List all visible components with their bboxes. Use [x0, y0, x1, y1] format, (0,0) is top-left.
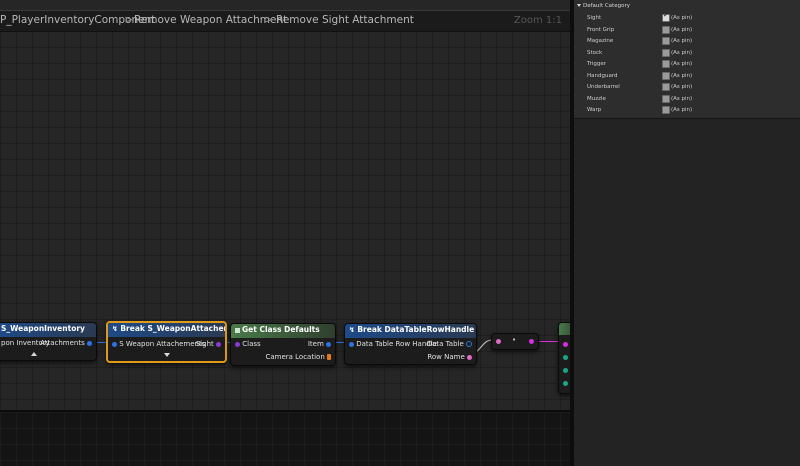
graph-lower-area[interactable] — [0, 412, 570, 466]
property-checkbox[interactable] — [662, 83, 670, 91]
pin-attachments[interactable]: Attachments — [40, 339, 92, 347]
string-pin-icon[interactable] — [563, 341, 568, 347]
property-name: Front Grip — [587, 27, 615, 33]
breadcrumb: P_PlayerInventoryComponent > Remove Weap… — [0, 10, 570, 32]
struct-pin-icon[interactable] — [112, 341, 117, 347]
details-panel: Default Category Sight ✓ (As pin) Front … — [574, 0, 800, 466]
pin-s-weapon-attachements[interactable]: S Weapon Attachements — [112, 340, 205, 348]
object-pin-icon[interactable] — [466, 341, 472, 347]
checkmark-icon: ✓ — [663, 11, 669, 19]
property-value: (As pin) — [671, 27, 693, 33]
struct-pin-icon[interactable] — [349, 341, 354, 347]
property-value: (As pin) — [671, 38, 693, 44]
node-break-weapon-attachments[interactable]: ↯ Break S_WeaponAttachements S Weapon At… — [106, 321, 227, 363]
property-value: (As pin) — [671, 107, 693, 113]
conversion-dot: • — [512, 336, 517, 344]
property-row-trigger: Trigger (As pin) — [574, 59, 800, 70]
property-value: (As pin) — [671, 84, 693, 90]
struct-pin-icon[interactable] — [87, 340, 92, 346]
name-pin-icon[interactable] — [467, 354, 472, 360]
class-pin-icon[interactable] — [235, 341, 240, 347]
property-checkbox[interactable] — [662, 37, 670, 45]
property-value: (As pin) — [671, 73, 693, 79]
breadcrumb-separator: > — [124, 13, 134, 26]
property-value: (As pin) — [671, 15, 693, 21]
pin-class[interactable]: Class — [235, 340, 261, 348]
property-row-sight: Sight ✓ (As pin) — [574, 11, 800, 24]
expand-down-icon[interactable] — [164, 353, 170, 357]
property-row-magazine: Magazine (As pin) — [574, 36, 800, 47]
property-name: Warp — [587, 107, 602, 113]
conversion-output-pin[interactable] — [529, 337, 534, 345]
node-break-datatable-row-handle[interactable]: ↯ Break DataTableRowHandle Data Table Ro… — [344, 323, 477, 365]
offscreen-pin-1[interactable] — [563, 340, 568, 348]
property-value: (As pin) — [671, 50, 693, 56]
function-icon — [235, 327, 240, 333]
node-title: ↯ Break S_WeaponAttachements — [108, 323, 225, 337]
name-pin-icon[interactable] — [496, 338, 501, 344]
breadcrumb-item-remove-sight-attachment[interactable]: Remove Sight Attachment — [276, 14, 414, 26]
pin-item[interactable]: Item — [308, 340, 331, 348]
property-name: Stock — [587, 50, 603, 56]
pin-data-table-row-handle[interactable]: Data Table Row Handle — [349, 340, 437, 348]
pin-icon[interactable] — [563, 354, 568, 360]
node-s-weapon-inventory[interactable]: S_WeaponInventory pon Inventory Attachme… — [0, 322, 97, 361]
property-checkbox[interactable] — [662, 106, 670, 114]
property-name: Underbarrel — [587, 84, 620, 90]
category-header-default[interactable]: Default Category — [577, 3, 630, 9]
pin-icon[interactable] — [563, 380, 568, 386]
property-checkbox[interactable] — [662, 95, 670, 103]
property-name: Handguard — [587, 73, 618, 79]
property-row-underbarrel: Underbarrel (As pin) — [574, 82, 800, 93]
details-category-section: Default Category Sight ✓ (As pin) Front … — [574, 0, 800, 119]
wire-reroute-out[interactable] — [536, 341, 560, 342]
pin-icon[interactable] — [563, 367, 568, 373]
zoom-level: Zoom 1:1 — [513, 15, 562, 26]
string-pin-icon[interactable] — [529, 338, 534, 344]
offscreen-pin-4[interactable] — [563, 379, 568, 387]
property-name: Magazine — [587, 38, 614, 44]
class-pin-icon[interactable] — [216, 341, 221, 347]
collapse-arrow-icon[interactable] — [577, 4, 581, 7]
property-checkbox[interactable] — [662, 26, 670, 34]
property-row-stock: Stock (As pin) — [574, 48, 800, 59]
property-checkbox[interactable]: ✓ — [662, 11, 670, 22]
node-get-class-defaults[interactable]: Get Class Defaults Class Item Camera Loc… — [230, 323, 336, 366]
pin-data-table[interactable]: Data Table — [427, 340, 472, 348]
node-title — [559, 323, 570, 335]
property-name: Sight — [587, 15, 602, 21]
property-row-muzzle: Muzzle (As pin) — [574, 94, 800, 105]
expand-up-icon[interactable] — [31, 352, 37, 356]
blueprint-graph[interactable]: P_PlayerInventoryComponent > Remove Weap… — [0, 0, 570, 466]
node-title: ↯ Break DataTableRowHandle — [345, 324, 476, 338]
property-checkbox[interactable] — [662, 72, 670, 80]
property-checkbox[interactable] — [662, 49, 670, 57]
property-value: (As pin) — [671, 61, 693, 67]
breadcrumb-separator: > — [264, 13, 274, 26]
array-pin-icon[interactable] — [327, 354, 331, 360]
node-conversion[interactable]: • — [491, 333, 539, 350]
offscreen-pin-2[interactable] — [563, 353, 568, 361]
property-name: Muzzle — [587, 96, 606, 102]
node-title: Get Class Defaults — [231, 324, 335, 338]
pin-camera-location[interactable]: Camera Location — [265, 353, 331, 361]
pin-sight[interactable]: Sight — [196, 340, 221, 348]
node-offscreen[interactable] — [558, 322, 570, 394]
offscreen-pin-3[interactable] — [563, 366, 568, 374]
property-row-front-grip: Front Grip (As pin) — [574, 25, 800, 36]
struct-pin-icon[interactable] — [326, 341, 331, 347]
node-title: S_WeaponInventory — [0, 323, 96, 337]
conversion-input-pin[interactable] — [496, 337, 501, 345]
property-value: (As pin) — [671, 96, 693, 102]
property-checkbox[interactable] — [662, 60, 670, 68]
property-row-handguard: Handguard (As pin) — [574, 71, 800, 82]
property-name: Trigger — [587, 61, 606, 67]
pin-row-name[interactable]: Row Name — [427, 353, 472, 361]
property-row-warp: Warp (As pin) — [574, 105, 800, 116]
